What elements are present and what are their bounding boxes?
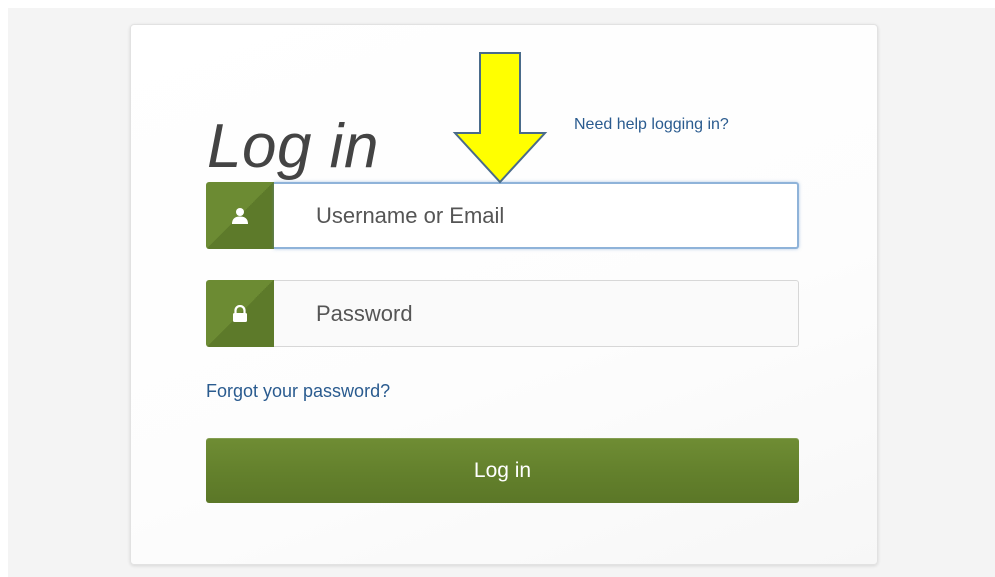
login-button[interactable]: Log in [206,438,799,503]
user-icon [206,182,274,249]
arrow-down-icon [452,52,548,184]
page-title: Log in [207,111,379,181]
need-help-link[interactable]: Need help logging in? [574,116,729,134]
forgot-password-link[interactable]: Forgot your password? [206,381,390,402]
password-field [206,280,799,347]
login-screen: Log in Need help logging in? Forgot your… [0,0,995,577]
username-input[interactable] [274,182,799,249]
username-field [206,182,799,249]
password-input[interactable] [274,280,799,347]
lock-icon [206,280,274,347]
